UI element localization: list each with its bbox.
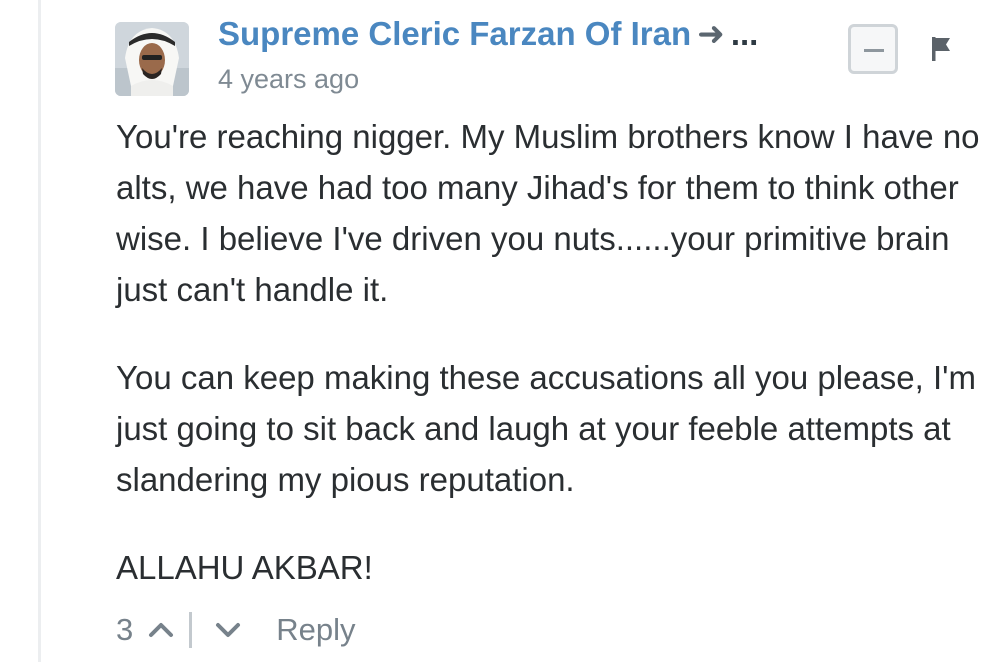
vote-divider <box>189 612 193 648</box>
author-name[interactable]: Supreme Cleric Farzan Of Iran <box>218 15 691 52</box>
comment-paragraph-2: You can keep making these accusations al… <box>116 359 976 498</box>
upvote-count: 3 <box>116 612 134 647</box>
collapse-button[interactable] <box>848 24 898 74</box>
reply-to-arrow-icon: ➜ <box>697 15 725 52</box>
comment-footer: 3 Reply <box>116 608 356 652</box>
avatar[interactable] <box>115 22 189 96</box>
author-name-link[interactable]: Supreme Cleric Farzan Of Iran ➜... <box>218 14 758 53</box>
comment-paragraph-3: ALLAHU AKBAR! <box>116 549 373 586</box>
avatar-image <box>115 22 189 96</box>
thread-line <box>38 0 41 662</box>
chevron-down-icon[interactable] <box>214 620 242 640</box>
parent-author-truncated[interactable]: ... <box>731 15 759 52</box>
chevron-up-icon[interactable] <box>147 620 175 640</box>
comment-timestamp[interactable]: 4 years ago <box>218 64 359 95</box>
reply-button[interactable]: Reply <box>276 612 355 648</box>
flag-icon[interactable] <box>928 34 954 64</box>
comment-body: You're reaching nigger. My Muslim brothe… <box>116 111 986 630</box>
comment-paragraph-1: You're reaching nigger. My Muslim brothe… <box>116 118 980 308</box>
